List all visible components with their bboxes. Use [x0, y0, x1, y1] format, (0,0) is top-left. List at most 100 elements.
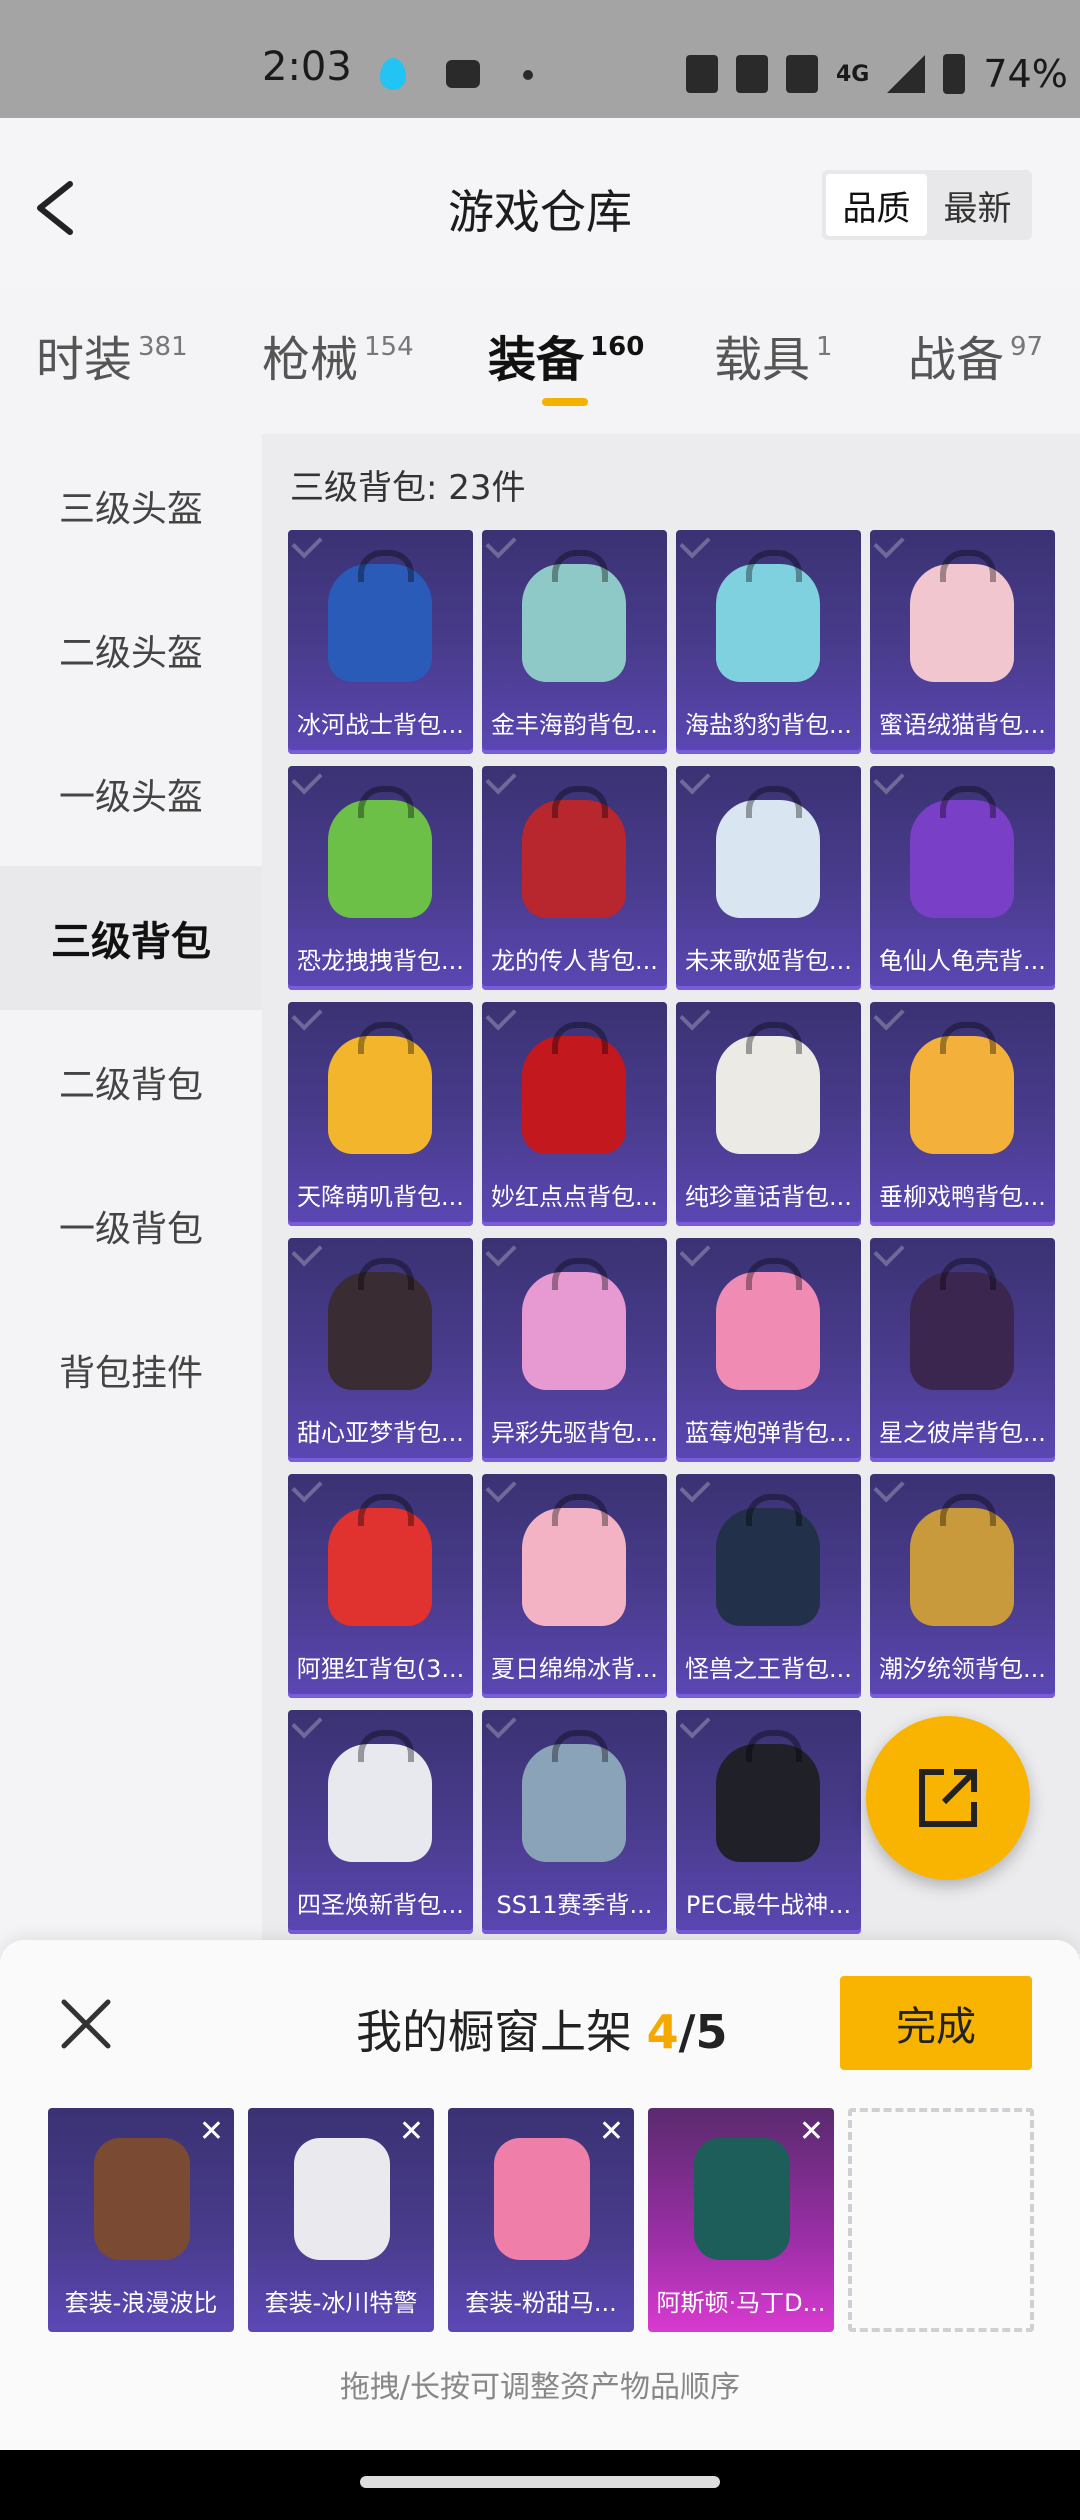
backpack-icon: [328, 1494, 432, 1626]
tab-count: 381: [138, 332, 188, 362]
slot-count: 4/5: [647, 2005, 728, 2059]
item-label: 星之彼岸背包...: [879, 1419, 1046, 1447]
backpack-icon: [716, 1730, 820, 1862]
sort-newest-button[interactable]: 最新: [927, 174, 1028, 236]
showcase-slot[interactable]: ✕ 套装-冰川特警: [248, 2108, 434, 2332]
sort-quality-button[interactable]: 品质: [826, 174, 927, 236]
item-card[interactable]: 蜜语绒猫背包...: [870, 530, 1055, 754]
item-card[interactable]: 阿狸红背包(3...: [288, 1474, 473, 1698]
tab-equipment[interactable]: 装备 160: [488, 320, 644, 390]
sidebar-item-backpack-pendant[interactable]: 背包挂件: [0, 1298, 262, 1442]
sidebar-item-helmet-lv2[interactable]: 二级头盔: [0, 578, 262, 722]
check-icon: [485, 1002, 517, 1031]
tab-label: 时装: [36, 332, 133, 388]
item-card[interactable]: 蓝莓炮弹背包...: [676, 1238, 861, 1462]
check-icon: [291, 1474, 323, 1503]
tab-count: 160: [590, 332, 645, 362]
item-card[interactable]: 垂柳戏鸭背包...: [870, 1002, 1055, 1226]
check-icon: [485, 1474, 517, 1503]
close-sheet-button[interactable]: [58, 1996, 114, 2052]
item-card[interactable]: 四圣焕新背包...: [288, 1710, 473, 1934]
reorder-hint: 拖拽/长按可调整资产物品顺序: [339, 2370, 741, 2405]
item-card[interactable]: 冰河战士背包...: [288, 530, 473, 754]
backpack-icon: [910, 1494, 1014, 1626]
showcase-slot[interactable]: ✕ 套装-浪漫波比: [48, 2108, 234, 2332]
showcase-slot[interactable]: ✕ 阿斯顿·马丁D...: [648, 2108, 834, 2332]
item-label: 恐龙拽拽背包...: [297, 947, 464, 975]
sidebar-item-helmet-lv1[interactable]: 一级头盔: [0, 722, 262, 866]
tab-count: 97: [1010, 332, 1044, 362]
item-label: 怪兽之王背包...: [685, 1655, 852, 1683]
item-card[interactable]: PEC最牛战神...: [676, 1710, 861, 1934]
item-card[interactable]: 星之彼岸背包...: [870, 1238, 1055, 1462]
share-icon: [919, 1769, 977, 1827]
showcase-slot[interactable]: ✕ 套装-粉甜马...: [448, 2108, 634, 2332]
status-time: 2:03: [262, 44, 352, 90]
home-handle[interactable]: [360, 2476, 720, 2488]
sidebar-item-backpack-lv1[interactable]: 一级背包: [0, 1154, 262, 1298]
tab-label: 战备: [908, 332, 1005, 388]
item-label: 冰河战士背包...: [297, 711, 464, 739]
check-icon: [291, 1002, 323, 1031]
item-thumbnail: [494, 2138, 590, 2260]
sheet-title: 我的橱窗上架 4/5: [356, 1996, 727, 2062]
sidebar-item-backpack-lv3[interactable]: 三级背包: [0, 866, 262, 1010]
backpack-icon: [522, 1494, 626, 1626]
item-card[interactable]: 潮汐统领背包...: [870, 1474, 1055, 1698]
item-label: 阿狸红背包(3...: [296, 1655, 465, 1683]
backpack-icon: [328, 786, 432, 918]
slot-label: 阿斯顿·马丁D...: [656, 2289, 826, 2317]
done-button[interactable]: 完成: [840, 1976, 1032, 2070]
backpack-icon: [716, 1494, 820, 1626]
check-icon: [873, 1002, 905, 1031]
sidebar-item-helmet-lv3[interactable]: 三级头盔: [0, 434, 262, 578]
check-icon: [679, 766, 711, 795]
item-card[interactable]: 怪兽之王背包...: [676, 1474, 861, 1698]
tab-fashion[interactable]: 时装 381: [36, 320, 188, 390]
tab-weapons[interactable]: 枪械 154: [262, 320, 414, 390]
item-card[interactable]: 龟仙人龟壳背...: [870, 766, 1055, 990]
check-icon: [485, 766, 517, 795]
item-card[interactable]: 龙的传人背包...: [482, 766, 667, 990]
check-icon: [291, 766, 323, 795]
tab-label: 枪械: [262, 332, 359, 388]
sim-icon: [736, 55, 768, 93]
item-label: 潮汐统领背包...: [879, 1655, 1046, 1683]
item-thumbnail: [94, 2138, 190, 2260]
item-label: PEC最牛战神...: [685, 1891, 852, 1919]
tab-vehicles[interactable]: 载具 1: [714, 320, 833, 390]
tab-count: 154: [364, 332, 414, 362]
remove-icon[interactable]: ✕: [599, 2114, 624, 2149]
backpack-icon: [910, 1022, 1014, 1154]
slot-label: 套装-冰川特警: [264, 2289, 418, 2317]
item-card[interactable]: 恐龙拽拽背包...: [288, 766, 473, 990]
item-card[interactable]: 海盐豹豹背包...: [676, 530, 861, 754]
check-icon: [485, 1238, 517, 1267]
item-card[interactable]: SS11赛季背...: [482, 1710, 667, 1934]
item-card[interactable]: 甜心亚梦背包...: [288, 1238, 473, 1462]
share-button[interactable]: [866, 1716, 1030, 1880]
sheet-title-text: 我的橱窗上架: [356, 2005, 632, 2059]
backpack-icon: [716, 1022, 820, 1154]
item-label: 甜心亚梦背包...: [297, 1419, 464, 1447]
item-card[interactable]: 天降萌叽背包...: [288, 1002, 473, 1226]
item-label: 天降萌叽背包...: [297, 1183, 464, 1211]
empty-slot[interactable]: [848, 2108, 1034, 2332]
slot-label: 套装-浪漫波比: [64, 2289, 218, 2317]
item-label: 未来歌姬背包...: [685, 947, 852, 975]
check-icon: [679, 1710, 711, 1739]
sidebar-item-backpack-lv2[interactable]: 二级背包: [0, 1010, 262, 1154]
remove-icon[interactable]: ✕: [199, 2114, 224, 2149]
backpack-icon: [522, 786, 626, 918]
item-card[interactable]: 纯珍童话背包...: [676, 1002, 861, 1226]
backpack-icon: [328, 1730, 432, 1862]
item-card[interactable]: 夏日绵绵冰背...: [482, 1474, 667, 1698]
item-card[interactable]: 未来歌姬背包...: [676, 766, 861, 990]
remove-icon[interactable]: ✕: [799, 2114, 824, 2149]
tab-supplies[interactable]: 战备 97: [908, 320, 1043, 390]
wifi-icon: [786, 55, 818, 93]
item-card[interactable]: 异彩先驱背包...: [482, 1238, 667, 1462]
item-card[interactable]: 金丰海韵背包...: [482, 530, 667, 754]
item-card[interactable]: 妙红点点背包...: [482, 1002, 667, 1226]
remove-icon[interactable]: ✕: [399, 2114, 424, 2149]
